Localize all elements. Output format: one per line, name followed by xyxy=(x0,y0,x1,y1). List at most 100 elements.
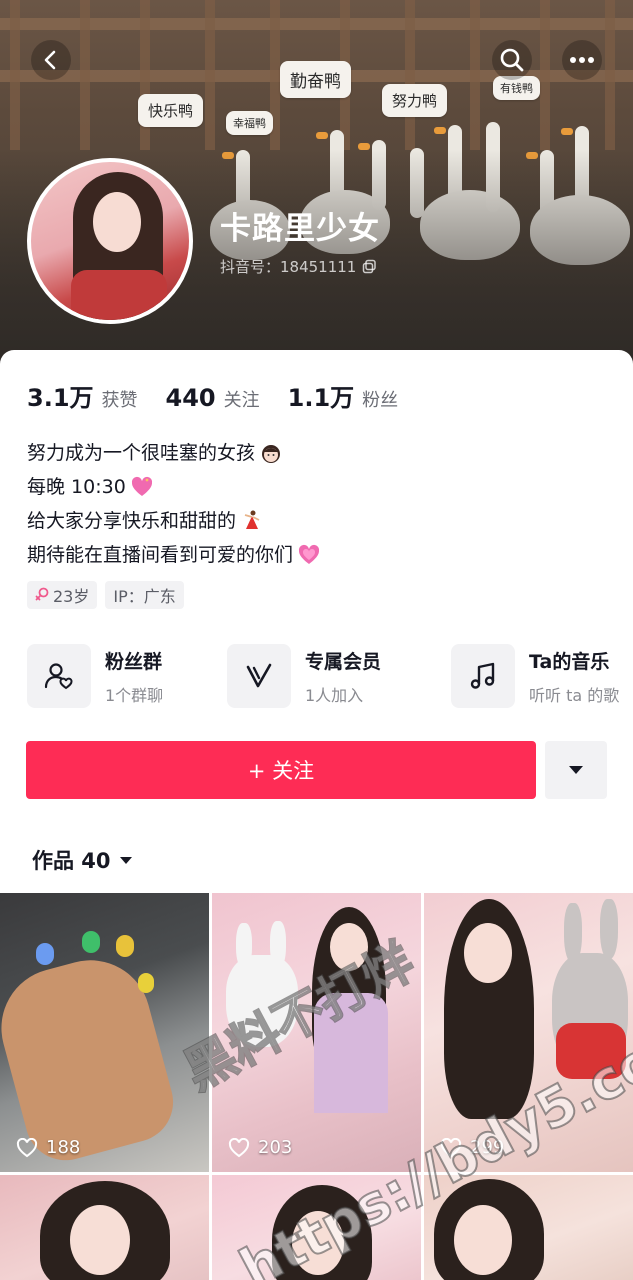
profile-tags: 23岁 IP：广东 xyxy=(27,581,184,609)
music-note-icon xyxy=(470,662,495,689)
membership-subtitle: 1人加入 xyxy=(305,685,364,705)
fan-group-text: 粉丝群 1个群聊 xyxy=(105,647,163,706)
feature-row: 粉丝群 1个群聊 专属会员 1人加入 Ta的音乐 听听 ta 的歌 xyxy=(27,643,633,709)
account-id[interactable]: 抖音号：18451111 xyxy=(220,256,377,277)
girl-face-icon xyxy=(262,445,281,463)
video-thumbnail[interactable] xyxy=(0,1175,209,1280)
ip-tag: IP：广东 xyxy=(105,581,184,609)
goose-beak xyxy=(316,132,328,139)
like-count-text: 203 xyxy=(258,1137,293,1158)
bunny-ear xyxy=(236,923,252,969)
more-dots-icon xyxy=(570,57,594,63)
copy-icon[interactable] xyxy=(362,259,377,274)
fence-post xyxy=(205,0,215,150)
bio-line: 给大家分享快乐和甜甜的 xyxy=(27,504,321,538)
nickname: 卡路里少女 xyxy=(220,211,380,247)
thumbnail-person-face xyxy=(454,1205,512,1275)
nail-green xyxy=(82,931,100,953)
chevron-left-icon xyxy=(44,50,56,70)
fence-post xyxy=(10,0,20,150)
membership-icon-box xyxy=(227,644,291,708)
heart-outline-icon xyxy=(16,1137,38,1157)
goose-beak xyxy=(434,127,446,134)
membership-v-icon xyxy=(246,663,272,688)
stat-followers[interactable]: 1.1万 粉丝 xyxy=(288,378,399,413)
nail-gold xyxy=(116,935,134,957)
bubble-rich-duck: 有钱鸭 xyxy=(493,76,540,100)
membership-title: 专属会员 xyxy=(305,650,382,673)
account-id-text: 抖音号：18451111 xyxy=(220,258,357,276)
fence-post xyxy=(605,0,615,150)
bio-line-text: 努力成为一个很哇塞的女孩 xyxy=(27,442,256,464)
membership-entry[interactable]: 专属会员 1人加入 xyxy=(227,643,381,709)
stats-row: 3.1万 获赞 440 关注 1.1万 粉丝 xyxy=(27,378,398,413)
music-icon-box xyxy=(451,644,515,708)
avatar-dress xyxy=(71,270,167,320)
membership-text: 专属会员 1人加入 xyxy=(305,647,381,706)
fan-group-entry[interactable]: 粉丝群 1个群聊 xyxy=(27,643,163,709)
music-text: Ta的音乐 听听 ta 的歌 xyxy=(529,647,619,706)
bubble-hardworking-duck: 努力鸭 xyxy=(382,84,448,117)
bunny-ear xyxy=(270,921,286,969)
thumbnail-person-face xyxy=(70,1205,130,1275)
caret-down-icon xyxy=(119,856,132,864)
dancer-icon xyxy=(244,510,260,529)
stat-followers-value: 1.1万 xyxy=(287,384,355,412)
music-title: Ta的音乐 xyxy=(529,650,610,673)
back-button[interactable] xyxy=(31,40,71,80)
bio-line-text: 给大家分享快乐和甜甜的 xyxy=(27,510,237,532)
fence-post xyxy=(80,0,90,150)
stat-likes[interactable]: 3.1万 获赞 xyxy=(27,378,138,413)
music-entry[interactable]: Ta的音乐 听听 ta 的歌 xyxy=(451,643,619,709)
age-tag: 23岁 xyxy=(27,581,98,609)
follow-button[interactable]: + 关注 xyxy=(26,741,536,799)
bubble-happy-duck: 快乐鸭 xyxy=(138,94,204,127)
fan-group-title: 粉丝群 xyxy=(105,650,163,673)
fan-group-subtitle: 1个群聊 xyxy=(105,685,164,705)
nail-yellow xyxy=(138,973,154,993)
stat-following-value: 440 xyxy=(165,384,216,412)
thumbnail-hand xyxy=(0,946,183,1170)
bio-line-text: 每晚 10:30 xyxy=(27,476,126,498)
avatar-face xyxy=(93,192,141,252)
bio-line: 期待能在直播间看到可爱的你们 xyxy=(27,538,321,572)
thumbnail-person-face xyxy=(464,923,512,983)
profile-header: 快乐鸭 幸福鸭 勤奋鸭 努力鸭 有钱鸭 卡路里少女 抖音号：18451111 xyxy=(0,0,633,380)
sparkling-heart-icon xyxy=(131,476,152,496)
caret-down-icon xyxy=(569,766,583,774)
search-button[interactable] xyxy=(492,40,532,80)
bunny-ear xyxy=(564,903,582,963)
age-text: 23岁 xyxy=(53,587,90,606)
fan-group-icon xyxy=(44,663,73,690)
heart-icon xyxy=(298,544,320,564)
stat-likes-value: 3.1万 xyxy=(27,384,94,412)
stat-following-label: 关注 xyxy=(223,390,260,411)
fence-post xyxy=(540,0,550,150)
ip-text: IP：广东 xyxy=(113,587,176,606)
video-thumbnail[interactable]: 188 xyxy=(0,893,209,1172)
more-button[interactable] xyxy=(562,40,602,80)
bubble-diligent-duck: 勤奋鸭 xyxy=(280,61,351,98)
fence-post xyxy=(405,0,415,150)
bio-line: 每晚 10:30 xyxy=(27,470,321,504)
bio-line-text: 期待能在直播间看到可爱的你们 xyxy=(27,544,294,566)
fence-post xyxy=(140,0,150,150)
goose-beak xyxy=(561,128,573,135)
like-count-text: 188 xyxy=(46,1137,81,1158)
works-tab[interactable]: 作品 40 xyxy=(32,845,133,875)
stat-followers-label: 粉丝 xyxy=(362,390,399,411)
fence-post xyxy=(470,0,480,150)
more-options-button[interactable] xyxy=(545,741,607,799)
like-count: 203 xyxy=(228,1137,292,1158)
bubble-lucky-duck: 幸福鸭 xyxy=(226,111,273,135)
avatar[interactable] xyxy=(27,158,193,324)
music-subtitle: 听听 ta 的歌 xyxy=(529,685,620,705)
heart-outline-icon xyxy=(228,1137,250,1157)
female-icon xyxy=(35,587,49,601)
stat-likes-label: 获赞 xyxy=(101,390,138,411)
search-icon xyxy=(500,48,524,72)
fence-rail xyxy=(0,18,633,30)
stat-following[interactable]: 440 关注 xyxy=(166,384,260,412)
like-count: 188 xyxy=(16,1137,80,1158)
goose-beak xyxy=(358,143,370,150)
